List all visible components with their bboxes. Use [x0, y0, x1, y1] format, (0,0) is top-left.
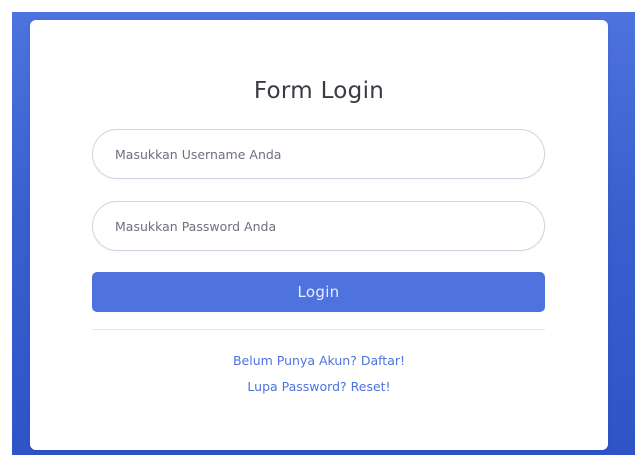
password-input[interactable]: [92, 201, 545, 251]
login-button[interactable]: Login: [92, 272, 545, 312]
divider: [92, 329, 545, 330]
username-input[interactable]: [92, 129, 545, 179]
login-card: Form Login Login Belum Punya Akun? Dafta…: [30, 20, 608, 450]
reset-password-link[interactable]: Lupa Password? Reset!: [30, 379, 608, 394]
form-title: Form Login: [253, 78, 385, 104]
register-link[interactable]: Belum Punya Akun? Daftar!: [30, 353, 608, 368]
